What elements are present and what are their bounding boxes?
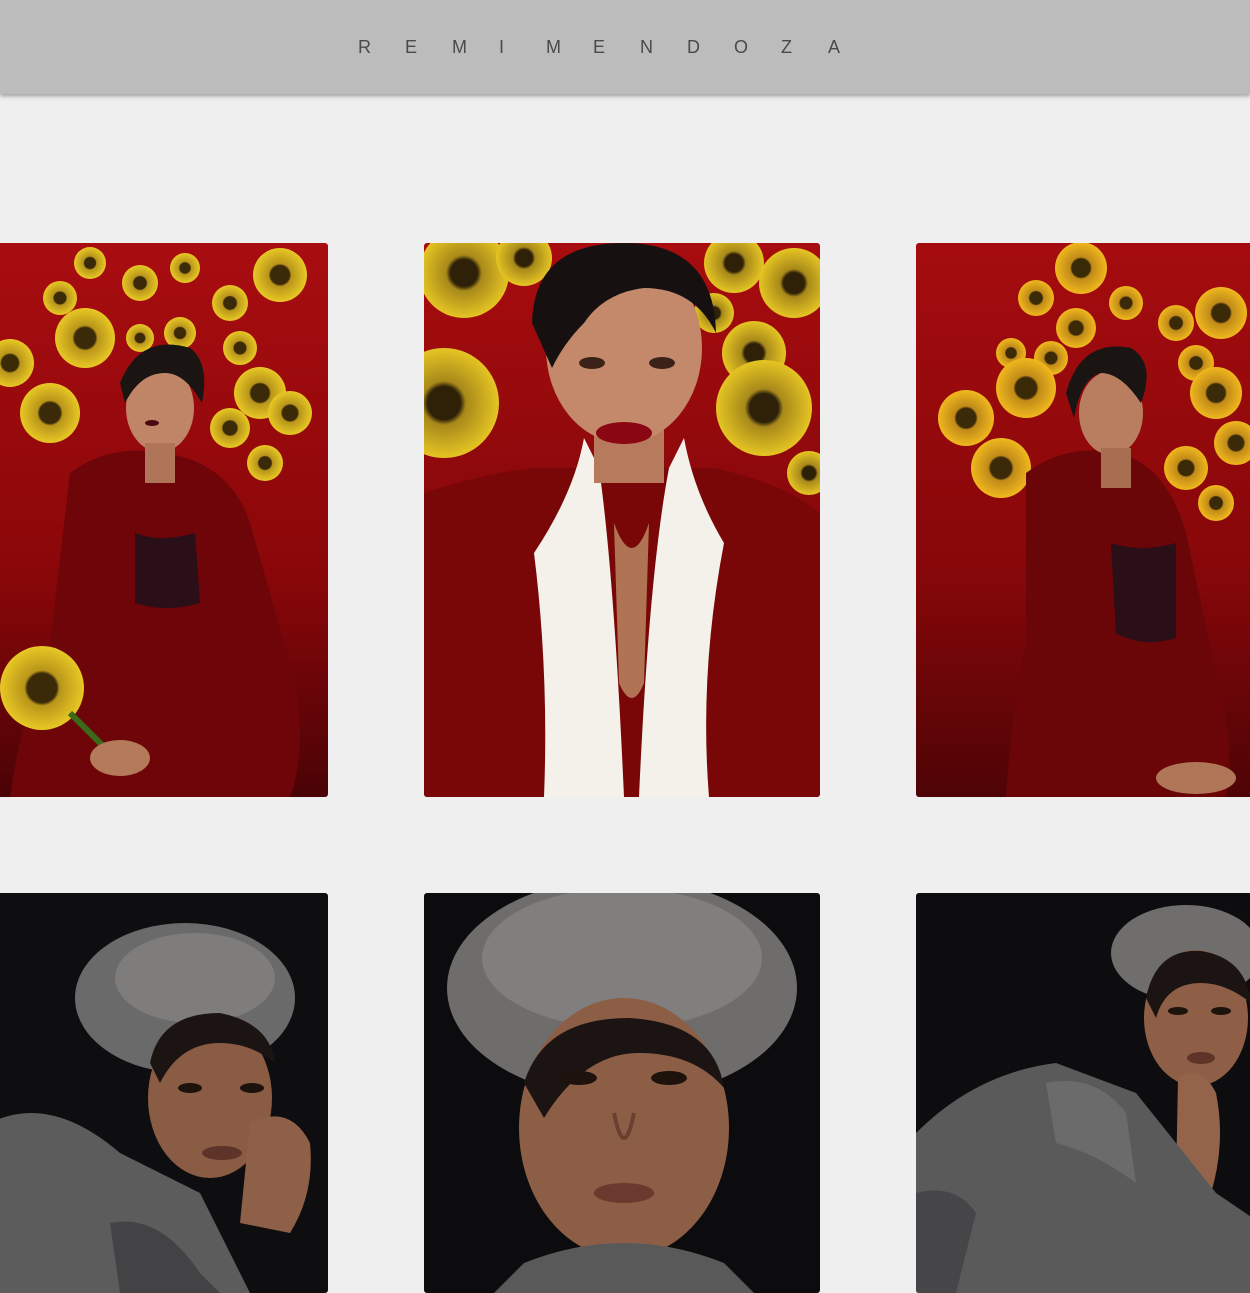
logo-letter: E (593, 36, 606, 57)
photo-red-closeup-white-collar[interactable] (424, 243, 820, 797)
portrait-image (424, 243, 820, 797)
photo-red-seated-sunflower[interactable] (0, 243, 328, 797)
logo-letter: A (828, 36, 841, 57)
site-header: REMIMENDOZA (0, 0, 1250, 94)
photo-red-profile-seated[interactable] (916, 243, 1250, 797)
photo-beret-hand-on-chin[interactable] (0, 893, 328, 1293)
logo-letter: M (452, 36, 467, 57)
logo-letter: E (405, 36, 418, 57)
portrait-image (0, 893, 328, 1293)
logo-letter: I (499, 36, 505, 57)
logo-letter: R (358, 36, 371, 57)
portrait-image (424, 893, 820, 1293)
site-logo-link[interactable]: REMIMENDOZA (358, 36, 875, 58)
logo-letter: N (640, 36, 653, 57)
portrait-image (916, 893, 1250, 1293)
logo-letter: D (687, 36, 700, 57)
logo-letter: M (546, 36, 561, 57)
logo-letter: O (734, 36, 749, 57)
portrait-image (916, 243, 1250, 797)
logo-letter: Z (781, 36, 792, 57)
photo-beret-closeup[interactable] (424, 893, 820, 1293)
portrait-image (0, 243, 328, 797)
photo-beret-hand-to-lip[interactable] (916, 893, 1250, 1293)
